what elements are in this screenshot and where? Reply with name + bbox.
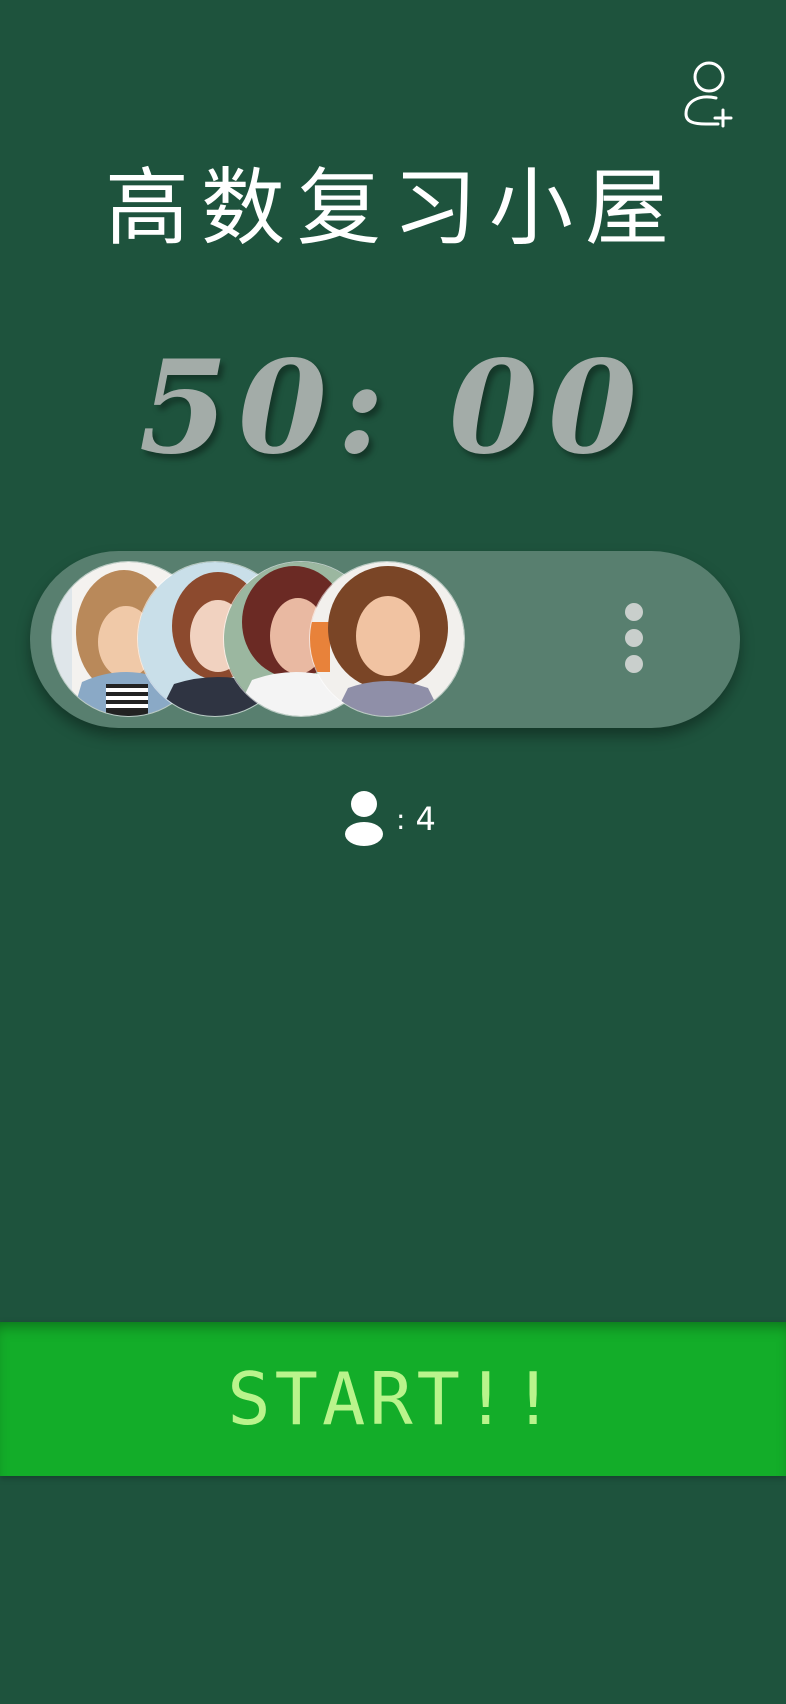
member-avatar[interactable] [310, 562, 464, 716]
start-button[interactable]: START!! [0, 1322, 786, 1476]
add-user-icon [684, 61, 733, 128]
person-icon [345, 791, 383, 846]
avatar-photo [310, 562, 464, 716]
member-count: : 4 [344, 790, 436, 848]
member-count-value: 4 [415, 800, 436, 838]
countdown-timer: 50: 00 [138, 333, 648, 483]
add-user-button[interactable] [680, 58, 736, 130]
page-title: 高数复习小屋 [104, 159, 681, 257]
more-options-button[interactable] [612, 601, 656, 677]
member-group-bar[interactable] [30, 551, 740, 728]
member-count-separator: : [396, 802, 406, 836]
